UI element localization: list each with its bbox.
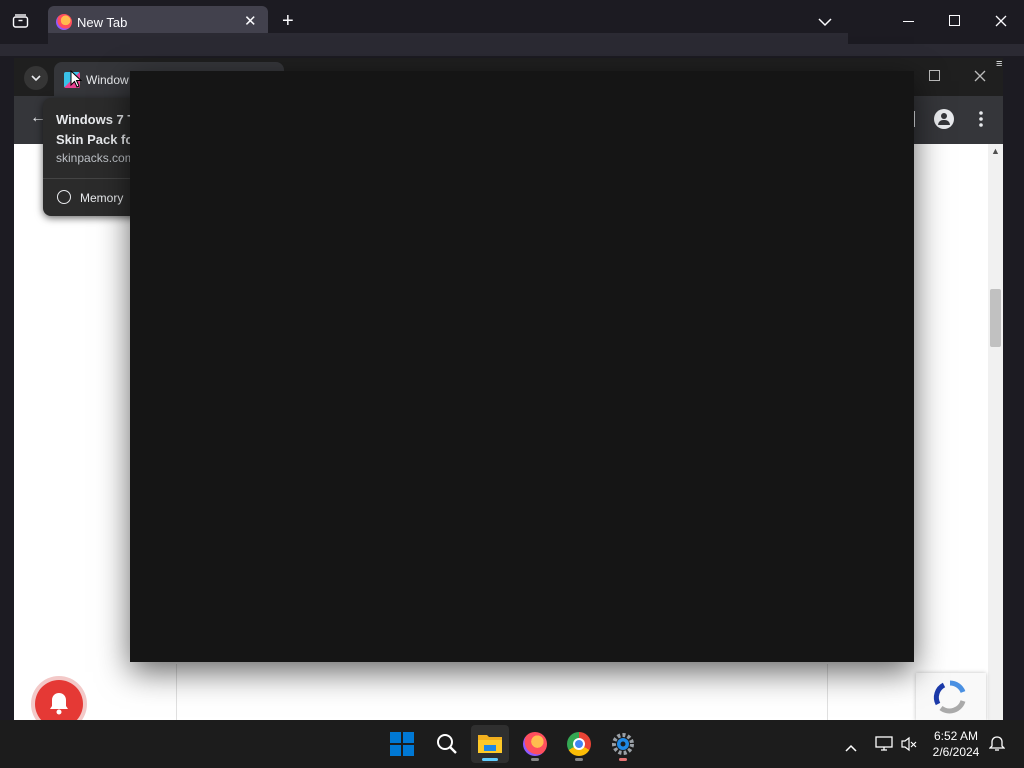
tab-manager-icon[interactable] xyxy=(12,13,29,34)
settings-taskbar-button[interactable] xyxy=(604,725,642,763)
bell-icon xyxy=(50,693,68,715)
chrome-close-icon[interactable] xyxy=(974,69,986,87)
recaptcha-badge[interactable] xyxy=(916,673,986,721)
active-indicator xyxy=(482,758,498,761)
list-all-tabs-icon[interactable] xyxy=(818,14,832,32)
notifications-bell-icon[interactable] xyxy=(988,736,1006,757)
clock-date: 2/6/2024 xyxy=(932,745,980,759)
chrome-menu-icon[interactable] xyxy=(979,111,983,132)
system-clock[interactable]: 6:52 AM 2/6/2024 xyxy=(924,728,988,760)
profile-avatar-icon[interactable] xyxy=(934,109,954,129)
recaptcha-icon xyxy=(933,680,966,714)
page-content-frame xyxy=(176,664,828,720)
volume-muted-icon[interactable] xyxy=(901,736,917,757)
page-scrollbar[interactable]: ▲ xyxy=(988,144,1003,720)
scrollbar-thumb[interactable] xyxy=(990,289,1001,347)
search-button[interactable] xyxy=(428,725,466,763)
chrome-taskbar-button[interactable] xyxy=(560,725,598,763)
start-button[interactable] xyxy=(383,725,421,763)
minimize-icon[interactable] xyxy=(903,21,914,22)
firefox-urlbar[interactable] xyxy=(48,33,848,55)
hover-card-title-line1: Windows 7 T xyxy=(56,112,136,127)
scroll-up-icon[interactable]: ▲ xyxy=(991,146,1000,156)
taskbar xyxy=(0,720,1024,768)
close-tab-icon[interactable]: ✕ xyxy=(244,12,257,30)
firefox-logo-icon xyxy=(56,14,72,30)
close-window-icon[interactable] xyxy=(995,14,1007,32)
search-icon xyxy=(437,734,457,754)
chrome-icon xyxy=(567,732,591,756)
memory-usage-label: Memory xyxy=(80,191,124,205)
gear-icon xyxy=(612,733,634,755)
blank-dark-window[interactable] xyxy=(130,71,914,662)
chrome-maximize-icon[interactable] xyxy=(929,70,940,81)
running-indicator xyxy=(531,758,539,761)
file-explorer-button[interactable] xyxy=(471,725,509,763)
clock-time: 6:52 AM xyxy=(933,729,979,743)
folder-icon xyxy=(478,735,502,753)
hover-card-title-line2: Skin Pack for xyxy=(56,132,139,147)
mouse-cursor-icon xyxy=(70,70,82,88)
running-indicator xyxy=(619,758,627,761)
restore-icon[interactable] xyxy=(949,15,960,26)
firefox-taskbar-button[interactable] xyxy=(516,725,554,763)
tab-search-button[interactable] xyxy=(24,66,48,90)
new-tab-button[interactable]: + xyxy=(282,10,294,33)
firefox-tab-title: New Tab xyxy=(77,15,128,30)
show-hidden-icons-chevron-icon[interactable] xyxy=(845,739,857,757)
memory-gauge-icon xyxy=(57,190,71,204)
ff-menu-icon[interactable]: ≡ xyxy=(996,58,1002,70)
chrome-tab-title: Window xyxy=(86,73,129,87)
running-indicator xyxy=(575,758,583,761)
hover-card-domain: skinpacks.com xyxy=(56,151,135,165)
network-icon[interactable] xyxy=(875,736,893,757)
firefox-icon xyxy=(523,732,547,756)
windows-logo-icon xyxy=(390,732,414,756)
